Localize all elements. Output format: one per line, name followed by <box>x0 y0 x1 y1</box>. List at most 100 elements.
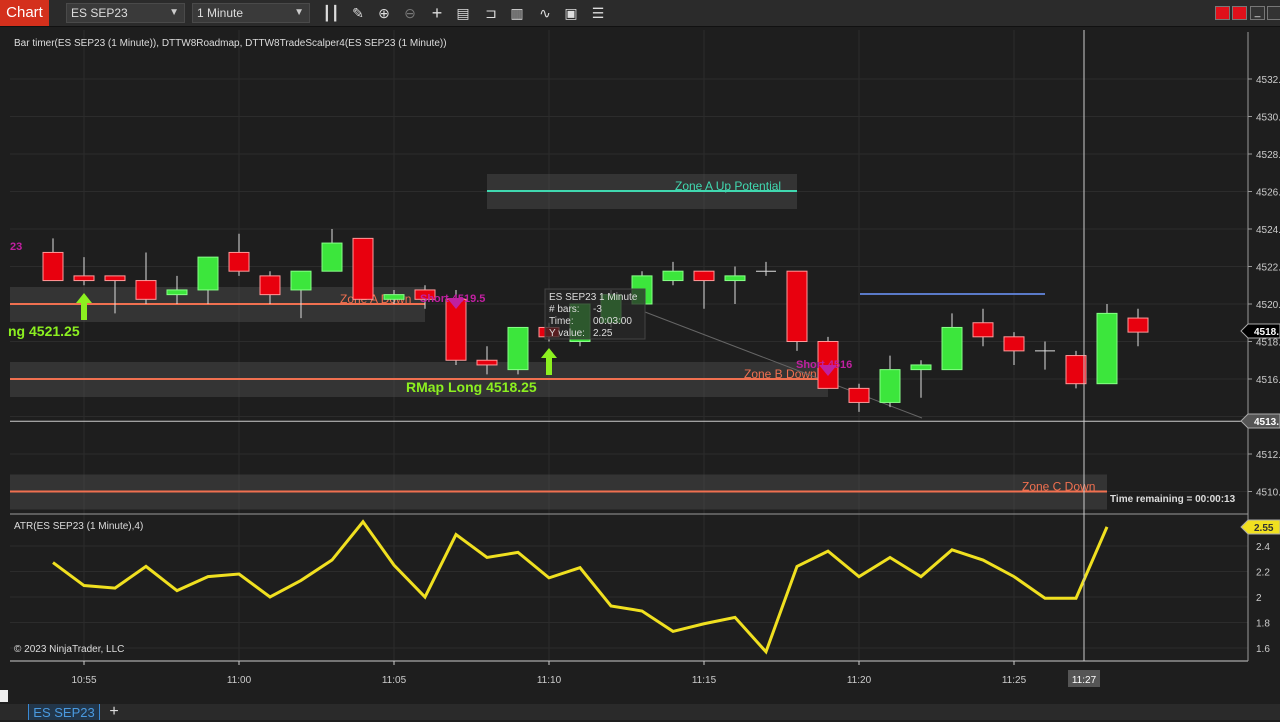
instrument-selector[interactable]: ES SEP23 ▼ <box>66 3 185 23</box>
axes: 4532. 4530. 4528. 4526. 4524. 4522. 4520. 4518.… <box>10 30 1280 687</box>
tooltip-y-label: Y value: <box>549 328 585 339</box>
candle-down <box>786 270 808 342</box>
atr-tick-label: 2.4 <box>1256 542 1270 553</box>
candle-up <box>290 270 312 291</box>
crosshair-price-marker-label: 4513. <box>1254 417 1279 428</box>
chart-toolbar: Chart ES SEP23 ▼ 1 Minute ▼ ┃┃ ✎ ⊕ ⊖ + ▤ ⊐… <box>0 0 1280 27</box>
price-tick-label: 4532. <box>1256 75 1280 86</box>
atr-panel <box>52 519 1109 655</box>
candle-down <box>42 251 64 282</box>
tooltip-time-value: 00:03:00 <box>593 316 632 327</box>
candle-down <box>693 270 715 282</box>
scrollbar-handle[interactable] <box>0 690 8 702</box>
price-tick-label: 4512. <box>1256 450 1280 461</box>
crosshair-icon[interactable]: + <box>427 4 447 22</box>
candle-down <box>228 251 250 272</box>
crosshair-time-label: 11:27 <box>1072 675 1097 686</box>
interval-selector[interactable]: 1 Minute ▼ <box>192 3 310 23</box>
bar-type-icon[interactable]: ┃┃ <box>321 4 341 22</box>
candle-up <box>910 364 932 371</box>
time-tick-label: 11:05 <box>382 675 407 686</box>
price-tick-label: 4522. <box>1256 263 1280 274</box>
candle-down <box>104 275 126 282</box>
pencil-draw-icon[interactable]: ✎ <box>348 4 368 22</box>
candle-down <box>1065 355 1087 385</box>
objects-list-icon[interactable]: ☰ <box>588 4 608 22</box>
tooltip-bars-value: -3 <box>593 304 602 315</box>
candle-down <box>135 280 157 300</box>
add-tab-button[interactable]: + <box>104 704 124 720</box>
templates-icon[interactable]: ⊐ <box>481 4 501 22</box>
atr-label: ATR(ES SEP23 (1 Minute),4) <box>14 521 143 532</box>
candle-down <box>848 387 870 403</box>
zone-label: Zone A Up Potential <box>675 179 781 193</box>
chevron-down-icon: ▼ <box>169 7 179 18</box>
price-tick-label: 4528. <box>1256 150 1280 161</box>
link-color-button-2[interactable] <box>1232 6 1247 20</box>
tab-es-sep23[interactable]: ES SEP23 <box>28 704 100 720</box>
tooltip-bars-label: # bars: <box>549 304 580 315</box>
price-tick-label: 4524. <box>1256 225 1280 236</box>
time-remaining: Time remaining = 00:00:13 <box>1110 494 1236 505</box>
candle-down <box>1003 336 1025 352</box>
candle-down <box>476 359 498 366</box>
candle-down <box>73 275 95 282</box>
time-tick-label: 11:25 <box>1002 675 1027 686</box>
candle-up <box>197 256 219 291</box>
instrument-value: ES SEP23 <box>71 6 128 20</box>
time-tick-label: 11:20 <box>847 675 872 686</box>
zoom-in-icon[interactable]: ⊕ <box>374 4 394 22</box>
tooltip-y-value: 2.25 <box>593 328 613 339</box>
minimize-icon[interactable]: _ <box>1250 6 1265 20</box>
interval-value: 1 Minute <box>197 6 244 20</box>
candle-down <box>352 237 374 300</box>
atr-tick-label: 1.8 <box>1256 619 1270 630</box>
price-tick-label: 4530. <box>1256 113 1280 124</box>
zoom-out-icon[interactable]: ⊖ <box>400 4 420 22</box>
long-signal-label: RMap Long 4518.25 <box>406 379 537 395</box>
atr-tick-label: 2.2 <box>1256 568 1270 579</box>
candle-up <box>879 369 901 403</box>
atr-line <box>52 519 1109 655</box>
candle-up <box>724 275 746 282</box>
chart-menu-button[interactable]: Chart <box>0 0 49 26</box>
chevron-down-icon: ▼ <box>294 7 304 18</box>
data-series-icon[interactable]: ▥ <box>507 4 527 22</box>
tooltip-time-label: Time: <box>549 316 574 327</box>
candle-up <box>166 289 188 296</box>
atr-value-marker-label: 2.55 <box>1254 523 1274 534</box>
candle-up <box>321 242 343 272</box>
time-tick-label: 11:00 <box>227 675 252 686</box>
link-color-button[interactable] <box>1215 6 1230 20</box>
grid-lines <box>10 30 1248 660</box>
candle-up <box>941 326 963 371</box>
chart-canvas[interactable]: Zone A Up PotentialZone A DownZone B Dow… <box>0 27 1280 704</box>
indicators-icon[interactable]: ▣ <box>561 4 581 22</box>
price-tick-label: 4520. <box>1256 300 1280 311</box>
last-price-marker-label: 4518. <box>1254 327 1279 338</box>
candle-up <box>662 270 684 282</box>
price-tick-label: 4526. <box>1256 188 1280 199</box>
atr-tick-label: 2 <box>1256 593 1262 604</box>
atr-tick-label: 1.6 <box>1256 644 1270 655</box>
candle-down <box>1127 317 1149 333</box>
restore-icon[interactable] <box>1267 6 1280 20</box>
properties-icon[interactable]: ▤ <box>453 4 473 22</box>
candle-down <box>972 322 994 338</box>
price-tick-label: 4518. <box>1256 338 1280 349</box>
candle-down <box>259 275 281 296</box>
tab-bar: ES SEP23 + <box>0 704 1280 720</box>
time-tick-label: 11:15 <box>692 675 717 686</box>
short-signal-label: 23 <box>10 241 22 253</box>
strategies-icon[interactable]: ∿ <box>535 4 555 22</box>
indicators-label: Bar timer(ES SEP23 (1 Minute)), DTTW8Roa… <box>14 38 447 49</box>
time-tick-label: 10:55 <box>71 675 96 686</box>
price-tick-label: 4510. <box>1256 488 1280 499</box>
tooltip-title: ES SEP23 1 Minute <box>549 292 638 303</box>
candle-up <box>383 294 405 300</box>
candle-up <box>1096 312 1118 385</box>
measure-tooltip: ES SEP23 1 Minute # bars: -3 Time: 00:03… <box>544 288 646 340</box>
long-signal-label: ng 4521.25 <box>8 323 80 339</box>
time-tick-label: 11:10 <box>537 675 562 686</box>
candle-up <box>507 326 529 371</box>
